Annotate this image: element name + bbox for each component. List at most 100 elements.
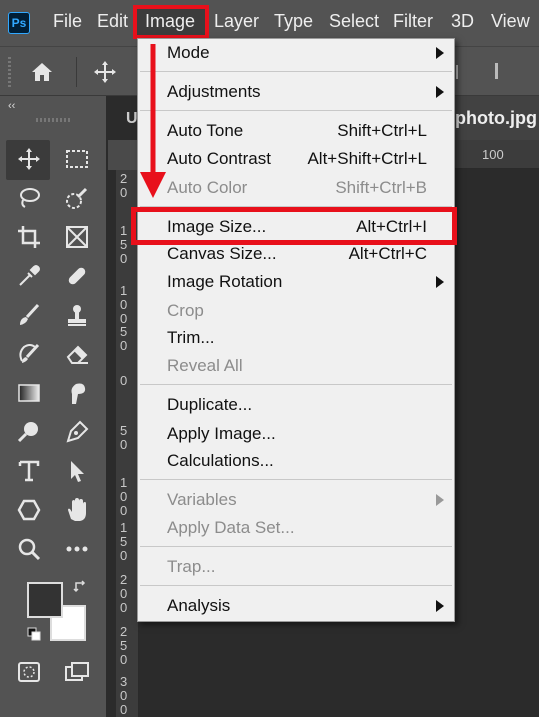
menu-separator: [140, 479, 452, 480]
brush-icon[interactable]: [12, 298, 46, 332]
stamp-icon[interactable]: [60, 298, 94, 332]
crop-icon[interactable]: [12, 220, 46, 254]
menu-item-label: Duplicate...: [167, 395, 253, 414]
image-menu-dropdown: Mode Adjustments Auto Tone Shift+Ctrl+L Auto…: [137, 38, 455, 622]
double-chevron-left-icon[interactable]: ‹‹: [8, 100, 15, 112]
options-grip: [8, 55, 11, 87]
eraser-icon[interactable]: [60, 337, 94, 371]
menu-separator: [140, 71, 452, 72]
menu-filter[interactable]: Filter: [393, 11, 433, 32]
menu-item-label: Trim...: [167, 328, 215, 347]
submenu-arrow-icon: [436, 600, 444, 612]
ruler-v-label: 0: [120, 373, 128, 388]
menu-item-duplicate[interactable]: Duplicate...: [138, 393, 454, 419]
menu-item-label: Mode: [167, 43, 210, 62]
smudge-icon[interactable]: [60, 376, 94, 410]
frame-icon[interactable]: [60, 220, 94, 254]
lasso-icon[interactable]: [12, 181, 46, 215]
quick-select-icon[interactable]: [60, 181, 94, 215]
ruler-v-label: 1 0 0: [120, 475, 128, 518]
menu-item-label: Reveal All: [167, 356, 243, 375]
menu-item-shortcut: Shift+Ctrl+B: [335, 178, 427, 197]
history-brush-icon[interactable]: [12, 337, 46, 371]
move-tool-option-icon[interactable]: [88, 55, 122, 89]
path-select-icon[interactable]: [60, 454, 94, 488]
menu-item-reveal-all: Reveal All: [138, 354, 454, 380]
ruler-corner: [108, 140, 138, 170]
menu-item-calculations[interactable]: Calculations...: [138, 449, 454, 475]
menu-image[interactable]: Image: [145, 11, 195, 32]
menu-3d[interactable]: 3D: [451, 11, 474, 32]
healing-icon[interactable]: [60, 259, 94, 293]
align-right-icon[interactable]: [484, 63, 498, 79]
menu-item-trim[interactable]: Trim...: [138, 326, 454, 352]
screen-mode-icon[interactable]: [60, 655, 94, 689]
menu-item-canvas-size[interactable]: Canvas Size... Alt+Ctrl+C: [138, 242, 454, 268]
more-icon[interactable]: [60, 532, 94, 566]
menu-item-label: Auto Color: [167, 178, 248, 197]
menu-item-shortcut: Shift+Ctrl+L: [337, 121, 427, 140]
menu-item-label: Calculations...: [167, 451, 274, 470]
menu-item-apply-image[interactable]: Apply Image...: [138, 422, 454, 448]
menu-item-mode[interactable]: Mode: [138, 41, 454, 67]
move-icon[interactable]: [12, 142, 46, 176]
type-icon[interactable]: [12, 454, 46, 488]
ruler-v-label: 3 0 0: [120, 674, 128, 717]
tab-title-left[interactable]: U: [126, 110, 138, 128]
submenu-arrow-icon: [436, 86, 444, 98]
panel-grip: [36, 118, 70, 122]
image-size-highlight-box: [131, 207, 457, 245]
hand-icon[interactable]: [60, 493, 94, 527]
menu-item-shortcut: Alt+Shift+Ctrl+L: [307, 149, 427, 168]
submenu-arrow-icon: [436, 47, 444, 59]
home-icon[interactable]: [25, 55, 59, 89]
options-divider: [76, 57, 77, 87]
quick-mask-icon[interactable]: [12, 655, 46, 689]
zoom-icon[interactable]: [12, 532, 46, 566]
shape-icon[interactable]: [12, 493, 46, 527]
menu-view[interactable]: View: [491, 11, 530, 32]
menu-item-label: Apply Data Set...: [167, 518, 295, 537]
marquee-icon[interactable]: [60, 142, 94, 176]
align-icon[interactable]: [456, 65, 466, 79]
ruler-v-label: 1 5 0: [120, 520, 128, 563]
menu-file[interactable]: File: [53, 11, 82, 32]
menu-item-adjustments[interactable]: Adjustments: [138, 80, 454, 106]
foreground-color-swatch[interactable]: [27, 582, 63, 618]
menu-item-auto-tone[interactable]: Auto Tone Shift+Ctrl+L: [138, 119, 454, 145]
ruler-v-label: 2 0 0: [120, 572, 128, 615]
pen-icon[interactable]: [60, 415, 94, 449]
default-colors-icon[interactable]: [27, 627, 41, 641]
eyedropper-icon[interactable]: [12, 259, 46, 293]
menu-type[interactable]: Type: [274, 11, 313, 32]
menu-item-label: Analysis: [167, 596, 231, 615]
menu-edit[interactable]: Edit: [97, 11, 128, 32]
menu-item-label: Adjustments: [167, 82, 261, 101]
ruler-h-label: 100: [482, 147, 504, 162]
ruler-v-label: 1 0 0: [120, 283, 128, 326]
menu-separator: [140, 384, 452, 385]
dodge-icon[interactable]: [12, 415, 46, 449]
submenu-arrow-icon: [436, 494, 444, 506]
swap-colors-icon[interactable]: [73, 580, 87, 594]
menu-item-label: Variables: [167, 490, 237, 509]
ruler-v-label: 5 0: [120, 324, 128, 353]
menu-item-label: Auto Contrast: [167, 149, 271, 168]
tab-title[interactable]: photo.jpg: [455, 108, 537, 129]
menu-item-shortcut: Alt+Ctrl+C: [348, 244, 427, 263]
menu-separator: [140, 585, 452, 586]
gradient-icon[interactable]: [12, 376, 46, 410]
menu-layer[interactable]: Layer: [214, 11, 259, 32]
menu-item-auto-contrast[interactable]: Auto Contrast Alt+Shift+Ctrl+L: [138, 147, 454, 173]
menu-separator: [140, 546, 452, 547]
menu-item-auto-color: Auto Color Shift+Ctrl+B: [138, 176, 454, 202]
photoshop-logo: Ps: [8, 12, 30, 34]
menu-item-label: Canvas Size...: [167, 244, 277, 263]
ruler-v-label: 2 5 0: [120, 624, 128, 667]
menu-item-analysis[interactable]: Analysis: [138, 594, 454, 620]
menu-item-crop: Crop: [138, 299, 454, 325]
menu-item-apply-data-set: Apply Data Set...: [138, 516, 454, 542]
menu-select[interactable]: Select: [329, 11, 379, 32]
menu-item-trap: Trap...: [138, 555, 454, 581]
menu-item-image-rotation[interactable]: Image Rotation: [138, 270, 454, 296]
